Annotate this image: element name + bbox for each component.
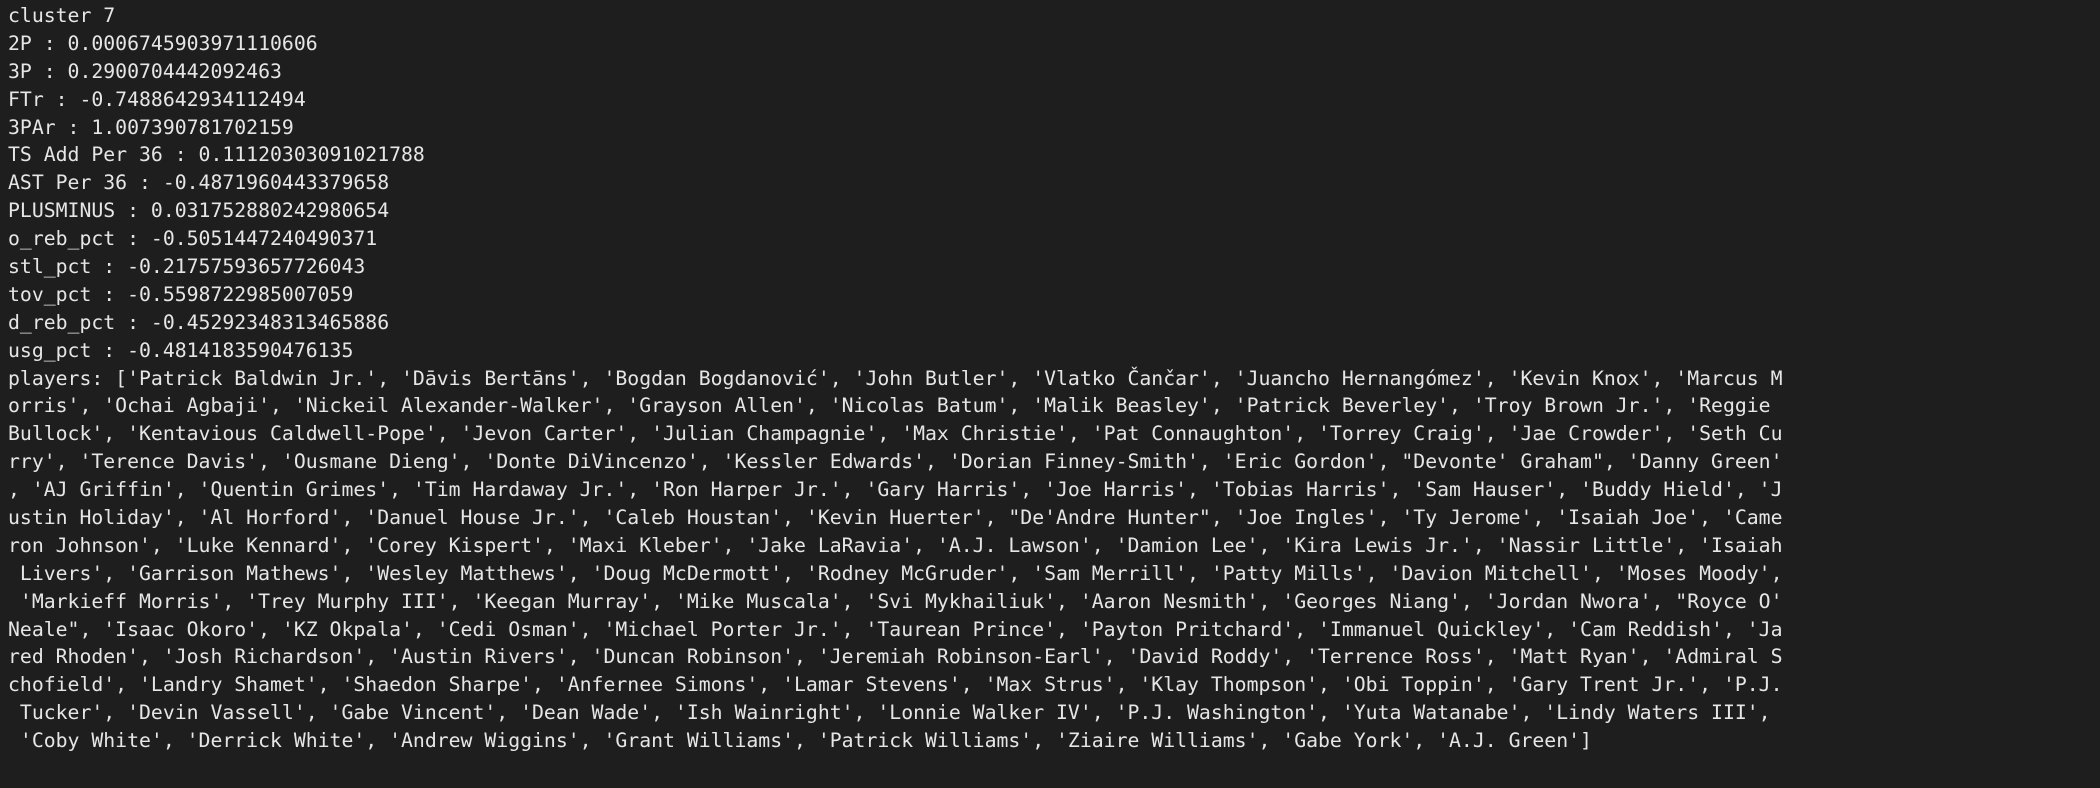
output-line-players-wrap: Neale", 'Isaac Okoro', 'KZ Okpala', 'Ced… [8, 617, 1783, 641]
output-line-players-wrap: red Rhoden', 'Josh Richardson', 'Austin … [8, 645, 1783, 669]
output-line-stl-pct: stl_pct : -0.21757593657726043 [8, 255, 366, 279]
output-line-players-wrap: Tucker', 'Devin Vassell', 'Gabe Vincent'… [8, 701, 1771, 725]
output-line-players-wrap: 'Markieff Morris', 'Trey Murphy III', 'K… [8, 589, 1783, 613]
output-line-players-wrap: rry', 'Terence Davis', 'Ousmane Dieng', … [8, 450, 1783, 474]
output-line-2p: 2P : 0.0006745903971110606 [8, 31, 318, 55]
output-line-3par: 3PAr : 1.007390781702159 [8, 115, 294, 139]
terminal-output: cluster 7 2P : 0.0006745903971110606 3P … [0, 0, 2100, 788]
output-line-d-reb-pct: d_reb_pct : -0.45292348313465886 [8, 310, 390, 334]
output-line-players-wrap: Bullock', 'Kentavious Caldwell-Pope', 'J… [8, 422, 1783, 446]
output-line-players-wrap: ron Johnson', 'Luke Kennard', 'Corey Kis… [8, 533, 1783, 557]
output-line-players-wrap: ustin Holiday', 'Al Horford', 'Danuel Ho… [8, 506, 1783, 530]
output-line-players: players: ['Patrick Baldwin Jr.', 'Dāvis … [8, 366, 1783, 390]
output-line-plusminus: PLUSMINUS : 0.031752880242980654 [8, 199, 390, 223]
output-line-o-reb-pct: o_reb_pct : -0.5051447240490371 [8, 227, 378, 251]
output-line-tov-pct: tov_pct : -0.5598722985007059 [8, 282, 354, 306]
output-line-players-wrap: 'Coby White', 'Derrick White', 'Andrew W… [8, 729, 1592, 753]
output-line-players-wrap: Livers', 'Garrison Mathews', 'Wesley Mat… [8, 561, 1783, 585]
output-line-cluster-title: cluster 7 [8, 4, 116, 27]
output-line-3p: 3P : 0.2900704442092463 [8, 59, 282, 83]
output-line-ast-per-36: AST Per 36 : -0.4871960443379658 [8, 171, 390, 195]
output-line-ftr: FTr : -0.7488642934112494 [8, 87, 306, 111]
output-line-usg-pct: usg_pct : -0.4814183590476135 [8, 338, 354, 362]
output-line-players-wrap: , 'AJ Griffin', 'Quentin Grimes', 'Tim H… [8, 478, 1783, 502]
output-line-players-wrap: chofield', 'Landry Shamet', 'Shaedon Sha… [8, 673, 1783, 697]
output-line-ts-add-per-36: TS Add Per 36 : 0.11120303091021788 [8, 143, 425, 167]
output-line-players-wrap: orris', 'Ochai Agbaji', 'Nickeil Alexand… [8, 394, 1783, 418]
